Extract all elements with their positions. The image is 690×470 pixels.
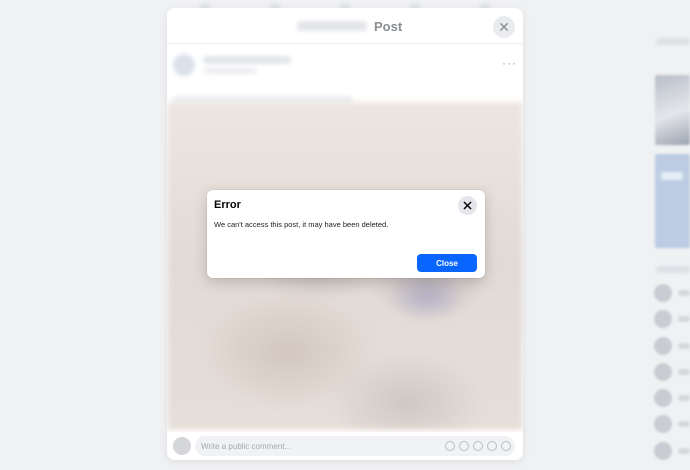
more-options-icon[interactable]: ··· bbox=[502, 56, 517, 70]
error-dialog: Error We can't access this post, it may … bbox=[207, 190, 485, 278]
close-button[interactable]: Close bbox=[417, 254, 477, 272]
emoji-icon[interactable] bbox=[459, 441, 469, 451]
avatar-sticker-icon[interactable] bbox=[445, 441, 455, 451]
rail-sponsored-card bbox=[655, 75, 690, 145]
author-name-blurred bbox=[203, 56, 291, 64]
rail-heading-sponsored bbox=[656, 38, 690, 45]
comment-avatar bbox=[173, 437, 191, 455]
camera-icon[interactable] bbox=[473, 441, 483, 451]
rail-contact bbox=[654, 389, 690, 407]
post-modal-title: Post bbox=[374, 19, 403, 34]
post-modal-header: Post ✕ bbox=[167, 8, 523, 44]
close-icon bbox=[463, 201, 472, 210]
post-author-row: ··· bbox=[167, 44, 523, 104]
error-dialog-close-button[interactable] bbox=[458, 196, 477, 215]
rail-heading-contacts bbox=[656, 266, 690, 273]
comment-actions bbox=[445, 441, 511, 451]
rail-contact bbox=[654, 284, 690, 302]
rail-contact bbox=[654, 310, 690, 328]
right-rail-blurred bbox=[648, 0, 690, 470]
rail-signup-card bbox=[655, 154, 690, 248]
rail-contact bbox=[654, 442, 690, 460]
author-timestamp-blurred bbox=[203, 68, 257, 74]
error-dialog-message: We can't access this post, it may have b… bbox=[214, 220, 389, 229]
error-dialog-title: Error bbox=[214, 199, 241, 211]
rail-contact bbox=[654, 415, 690, 433]
sticker-icon[interactable] bbox=[501, 441, 511, 451]
rail-contact bbox=[654, 337, 690, 355]
post-modal-close-button[interactable]: ✕ bbox=[493, 16, 515, 38]
comment-bar bbox=[167, 432, 523, 460]
post-title-owner-blurred bbox=[297, 21, 367, 31]
rail-contact bbox=[654, 363, 690, 381]
gif-icon[interactable] bbox=[487, 441, 497, 451]
author-avatar bbox=[173, 54, 195, 76]
